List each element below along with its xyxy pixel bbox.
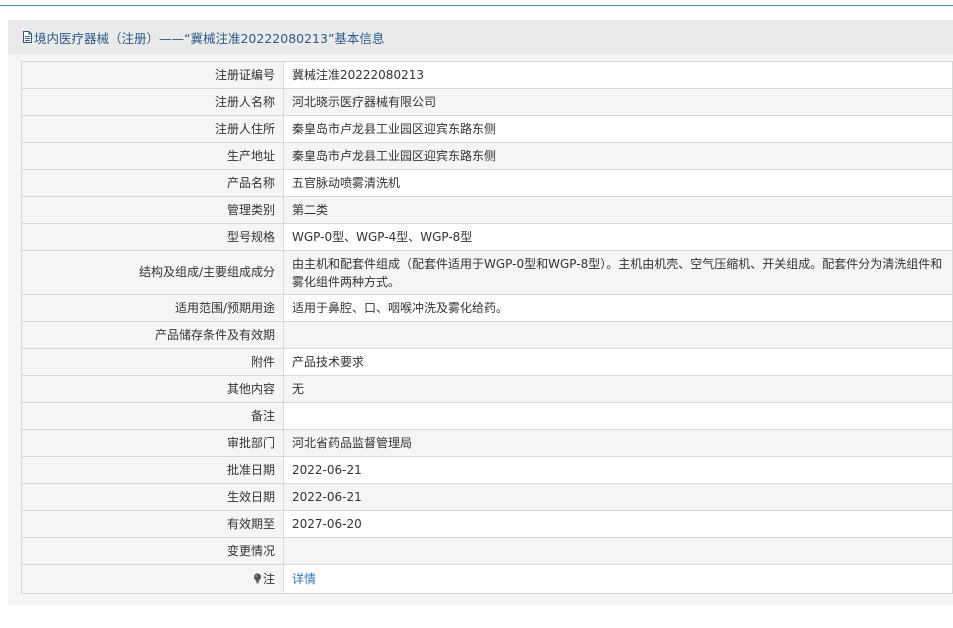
lightbulb-icon: [253, 572, 262, 583]
field-label: 型号规格: [21, 223, 284, 251]
field-value: 河北省药品监督管理局: [283, 429, 953, 457]
field-value: 第二类: [283, 196, 953, 224]
field-value: [283, 321, 953, 349]
field-value: 产品技术要求: [283, 348, 953, 376]
table-row: 注册人住所 秦皇岛市卢龙县工业园区迎宾东路东侧: [21, 115, 953, 143]
field-label: 变更情况: [21, 537, 284, 565]
document-icon: [22, 31, 33, 43]
info-table: 注册证编号 冀械注准20222080213 注册人名称 河北晓示医疗器械有限公司…: [21, 61, 953, 594]
table-row: 型号规格 WGP-0型、WGP-4型、WGP-8型: [21, 223, 953, 251]
note-value-cell: 详情: [283, 564, 953, 594]
top-divider: [0, 5, 953, 6]
table-row: 产品名称 五官脉动喷雾清洗机: [21, 169, 953, 197]
field-value: [283, 402, 953, 430]
field-label: 审批部门: [21, 429, 284, 457]
field-label: 批准日期: [21, 456, 284, 484]
table-row: 生效日期 2022-06-21: [21, 483, 953, 511]
table-row: 其他内容 无: [21, 375, 953, 403]
table-row: 附件 产品技术要求: [21, 348, 953, 376]
field-value: 秦皇岛市卢龙县工业园区迎宾东路东侧: [283, 115, 953, 143]
field-label: 附件: [21, 348, 284, 376]
field-value: [283, 537, 953, 565]
field-label: 生产地址: [21, 142, 284, 170]
field-value: 由主机和配套件组成（配套件适用于WGP-0型和WGP-8型）。主机由机壳、空气压…: [283, 250, 953, 295]
table-row: 注册人名称 河北晓示医疗器械有限公司: [21, 88, 953, 116]
field-value: 秦皇岛市卢龙县工业园区迎宾东路东侧: [283, 142, 953, 170]
details-link[interactable]: 详情: [292, 572, 316, 586]
field-label: 管理类别: [21, 196, 284, 224]
info-panel: 境内医疗器械（注册）——“冀械注准20222080213”基本信息 注册证编号 …: [8, 20, 953, 605]
field-value: 2027-06-20: [283, 510, 953, 538]
field-value: 冀械注准20222080213: [283, 61, 953, 89]
field-value: 2022-06-21: [283, 483, 953, 511]
field-label: 注册人名称: [21, 88, 284, 116]
field-label: 注册人住所: [21, 115, 284, 143]
table-row: 结构及组成/主要组成成分 由主机和配套件组成（配套件适用于WGP-0型和WGP-…: [21, 250, 953, 295]
field-label: 产品储存条件及有效期: [21, 321, 284, 349]
field-label: 产品名称: [21, 169, 284, 197]
table-row: 审批部门 河北省药品监督管理局: [21, 429, 953, 457]
field-label: 备注: [21, 402, 284, 430]
field-value: WGP-0型、WGP-4型、WGP-8型: [283, 223, 953, 251]
page-title: 境内医疗器械（注册）——“冀械注准20222080213”基本信息: [34, 30, 385, 46]
table-row: 产品储存条件及有效期: [21, 321, 953, 349]
field-label: 生效日期: [21, 483, 284, 511]
table-row: 批准日期 2022-06-21: [21, 456, 953, 484]
note-label: 注: [262, 571, 275, 586]
note-row: 注 详情: [21, 564, 953, 594]
field-value: 适用于鼻腔、口、咽喉冲洗及雾化给药。: [283, 294, 953, 322]
field-value: 2022-06-21: [283, 456, 953, 484]
panel-header: 境内医疗器械（注册）——“冀械注准20222080213”基本信息: [8, 20, 953, 54]
field-label: 适用范围/预期用途: [21, 294, 284, 322]
table-row: 注册证编号 冀械注准20222080213: [21, 61, 953, 89]
field-value: 河北晓示医疗器械有限公司: [283, 88, 953, 116]
field-value: 五官脉动喷雾清洗机: [283, 169, 953, 197]
field-label: 其他内容: [21, 375, 284, 403]
table-row: 备注: [21, 402, 953, 430]
field-label: 结构及组成/主要组成成分: [21, 250, 284, 295]
table-row: 适用范围/预期用途 适用于鼻腔、口、咽喉冲洗及雾化给药。: [21, 294, 953, 322]
note-label-cell: 注: [21, 564, 284, 594]
field-label: 注册证编号: [21, 61, 284, 89]
table-row: 管理类别 第二类: [21, 196, 953, 224]
table-row: 有效期至 2027-06-20: [21, 510, 953, 538]
field-label: 有效期至: [21, 510, 284, 538]
table-row: 生产地址 秦皇岛市卢龙县工业园区迎宾东路东侧: [21, 142, 953, 170]
table-row: 变更情况: [21, 537, 953, 565]
field-value: 无: [283, 375, 953, 403]
